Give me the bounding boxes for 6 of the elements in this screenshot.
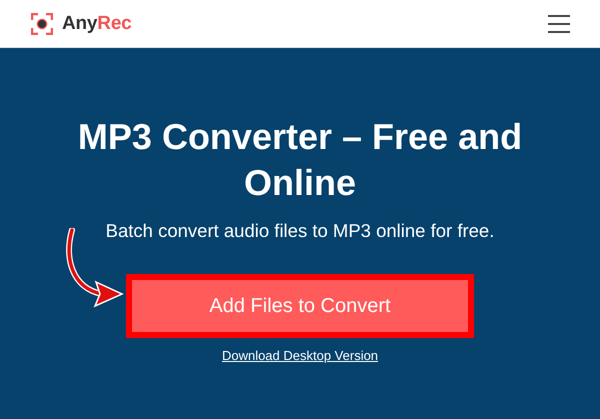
download-link[interactable]: Download Desktop Version xyxy=(222,348,378,363)
logo-icon xyxy=(31,12,53,34)
subtitle: Batch convert audio files to MP3 online for free. xyxy=(106,220,494,242)
logo-text[interactable]: AnyRec xyxy=(62,12,132,34)
menu-icon[interactable] xyxy=(548,14,570,32)
page-title: MP3 Converter – Free and Online xyxy=(76,115,524,205)
